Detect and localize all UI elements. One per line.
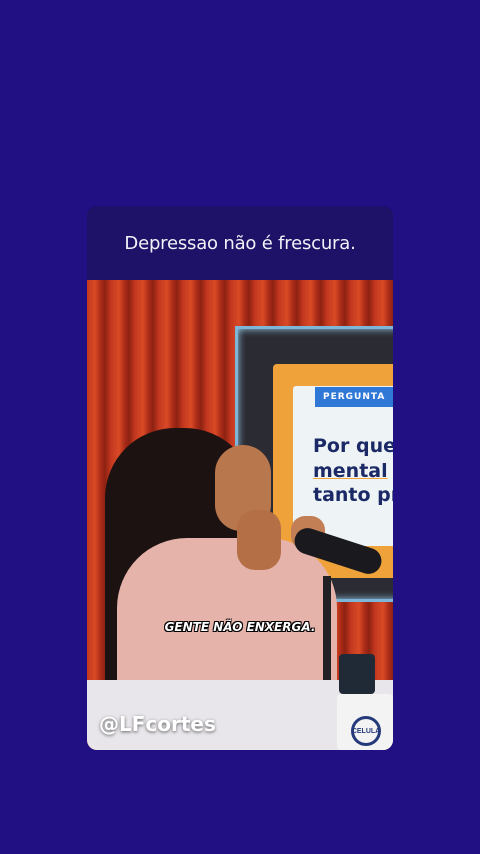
mug xyxy=(339,654,375,694)
post-caption: Depressao não é frescura. xyxy=(124,232,356,254)
question-line-3: tanto pr xyxy=(313,484,393,506)
caption-header: Depressao não é frescura. xyxy=(87,206,393,280)
question-line-1: Por que xyxy=(313,435,393,457)
question-line-2: mental xyxy=(313,460,388,482)
video-player[interactable]: PERGUNTA Por que mental tanto pr CELULA … xyxy=(87,280,393,750)
speaker-hand xyxy=(237,510,281,570)
cup-logo-icon: CELULA xyxy=(351,716,381,746)
video-subtitle: GENTE NÃO ENXERGA. xyxy=(164,620,316,634)
post-card[interactable]: Depressao não é frescura. PERGUNTA Por q… xyxy=(87,206,393,750)
watermark-handle: @LFcortes xyxy=(99,712,216,736)
question-tag: PERGUNTA xyxy=(315,387,393,407)
